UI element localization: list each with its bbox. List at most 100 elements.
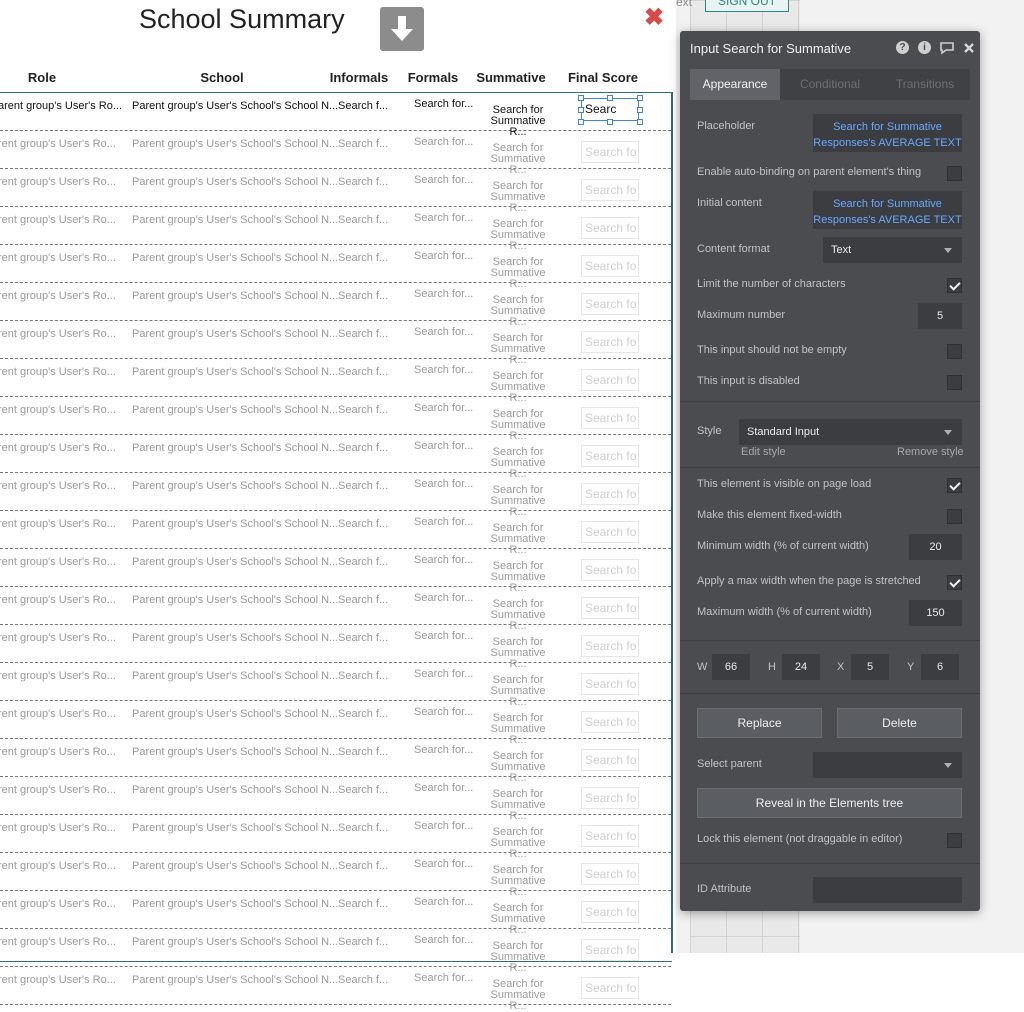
final-score-input[interactable]: Search fo [581,559,639,581]
final-score-input[interactable]: Search fo [581,369,639,391]
replace-button[interactable]: Replace [697,708,822,738]
final-score-input-selected[interactable]: Searc [581,98,639,121]
reveal-elements-tree-button[interactable]: Reveal in the Elements tree [697,788,962,818]
table-row[interactable]: rent group's User's Ro... Parent group's… [0,321,671,366]
height-input[interactable]: 24 [782,654,820,680]
y-input[interactable]: 6 [921,654,959,680]
min-width-input[interactable]: 20 [909,534,962,560]
close-icon[interactable]: ✖ [644,3,664,32]
table-row[interactable]: rent group's User's Ro... Parent group's… [0,891,671,936]
resize-handle[interactable] [637,107,643,113]
tab-appearance[interactable]: Appearance [690,69,780,100]
table-row[interactable]: arent group's User's Ro... Parent group'… [0,93,671,138]
final-score-input[interactable]: Search fo [581,483,639,505]
column-header-informals[interactable]: Informals [330,70,389,85]
table-row[interactable]: rent group's User's Ro... Parent group's… [0,131,671,176]
resize-handle[interactable] [607,95,613,101]
limit-chars-checkbox[interactable] [947,278,962,293]
x-input[interactable]: 5 [851,654,889,680]
table-row[interactable]: rent group's User's Ro... Parent group's… [0,967,671,1012]
final-score-input[interactable]: Search fo [581,863,639,885]
panel-close-icon[interactable] [963,42,975,54]
table-row[interactable]: rent group's User's Ro... Parent group's… [0,625,671,670]
final-score-input[interactable]: Search fo [581,939,639,961]
select-parent-dropdown[interactable] [813,752,962,778]
final-score-input[interactable]: Search fo [581,711,639,733]
column-header-school[interactable]: School [200,70,243,85]
cell-school: Parent group's User's School's School N.… [132,100,339,112]
final-score-input[interactable]: Search fo [581,825,639,847]
table-row[interactable]: rent group's User's Ro... Parent group's… [0,359,671,404]
table-row[interactable]: rent group's User's Ro... Parent group's… [0,169,671,214]
final-score-input[interactable]: Search fo [581,407,639,429]
table-row[interactable]: rent group's User's Ro... Parent group's… [0,473,671,518]
final-score-input[interactable]: Search fo [581,901,639,923]
table-row[interactable]: rent group's User's Ro... Parent group's… [0,435,671,480]
max-width-input[interactable]: 150 [909,600,962,626]
resize-handle[interactable] [637,95,643,101]
resize-handle[interactable] [607,119,613,125]
final-score-input[interactable]: Search fo [581,673,639,695]
table-row[interactable]: rent group's User's Ro... Parent group's… [0,739,671,784]
final-score-input[interactable]: Search fo [581,635,639,657]
max-number-input[interactable]: 5 [918,303,962,329]
info-icon[interactable]: i [918,41,931,54]
tab-transitions[interactable]: Transitions [880,69,970,100]
table-row[interactable]: rent group's User's Ro... Parent group's… [0,853,671,898]
final-score-input[interactable]: Search fo [581,141,639,163]
table-row[interactable]: rent group's User's Ro... Parent group's… [0,397,671,442]
table-row[interactable]: rent group's User's Ro... Parent group's… [0,929,671,974]
column-header-formals[interactable]: Formals [408,70,459,85]
resize-handle[interactable] [578,119,584,125]
resize-handle[interactable] [578,95,584,101]
final-score-input[interactable]: Search fo [581,597,639,619]
table-row[interactable]: rent group's User's Ro... Parent group's… [0,549,671,594]
final-score-input[interactable]: Search fo [581,217,639,239]
id-attribute-input[interactable] [813,877,962,903]
final-score-input[interactable]: Search fo [581,749,639,771]
resize-handle[interactable] [578,107,584,113]
table-row[interactable]: rent group's User's Ro... Parent group's… [0,511,671,556]
disabled-checkbox[interactable] [947,375,962,390]
content-format-select[interactable]: Text [823,237,962,263]
resize-handle[interactable] [637,119,643,125]
table-row[interactable]: rent group's User's Ro... Parent group's… [0,245,671,290]
comment-icon[interactable] [939,41,955,55]
table-row[interactable]: rent group's User's Ro... Parent group's… [0,587,671,632]
delete-button[interactable]: Delete [837,708,962,738]
style-select[interactable]: Standard Input [739,419,962,445]
final-score-input[interactable]: Search fo [581,787,639,809]
tab-conditional[interactable]: Conditional [785,69,875,100]
help-icon[interactable]: ? [896,41,909,54]
final-score-input[interactable]: Search fo [581,977,639,999]
table-row[interactable]: rent group's User's Ro... Parent group's… [0,777,671,822]
table-row[interactable]: rent group's User's Ro... Parent group's… [0,207,671,252]
sign-out-button[interactable]: SIGN OUT [705,0,789,12]
table-row[interactable]: rent group's User's Ro... Parent group's… [0,701,671,746]
lock-checkbox[interactable] [947,833,962,848]
final-score-input[interactable]: Search fo [581,255,639,277]
table-row[interactable]: rent group's User's Ro... Parent group's… [0,663,671,708]
column-header-final-score[interactable]: Final Score [568,70,638,85]
width-input[interactable]: 66 [712,654,750,680]
final-score-input[interactable]: Search fo [581,521,639,543]
table-row[interactable]: rent group's User's Ro... Parent group's… [0,815,671,860]
visible-on-load-checkbox[interactable] [947,478,962,493]
final-score-input[interactable]: Search fo [581,445,639,467]
column-header-summative[interactable]: Summative [476,70,545,85]
content-format-value: Text [831,244,852,256]
placeholder-field[interactable]: Search for Summative Responses's AVERAGE… [813,114,962,152]
fixed-width-checkbox[interactable] [947,509,962,524]
column-header-role[interactable]: Role [28,70,56,85]
remove-style-link[interactable]: Remove style [897,446,964,458]
not-empty-checkbox[interactable] [947,344,962,359]
auto-binding-checkbox[interactable] [947,166,962,181]
edit-style-link[interactable]: Edit style [741,446,786,458]
final-score-input[interactable]: Search fo [581,293,639,315]
initial-content-field[interactable]: Search for Summative Responses's AVERAGE… [813,191,962,229]
max-width-apply-checkbox[interactable] [947,575,962,590]
final-score-input[interactable]: Search fo [581,331,639,353]
final-score-input[interactable]: Search fo [581,179,639,201]
table-row[interactable]: rent group's User's Ro... Parent group's… [0,283,671,328]
download-button[interactable] [380,7,424,51]
